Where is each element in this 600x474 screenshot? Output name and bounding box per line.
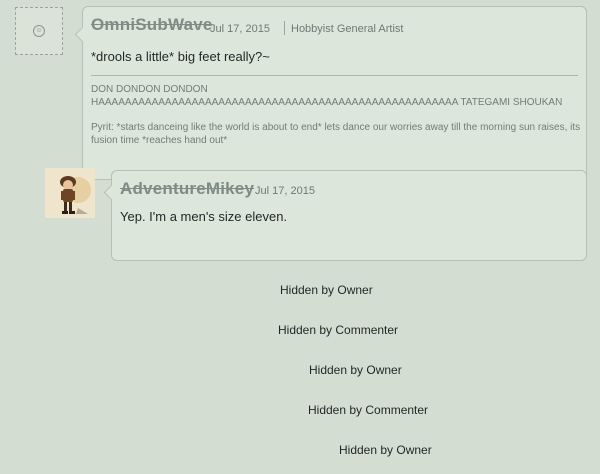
comment-body: Yep. I'm a men's size eleven. [120, 209, 288, 224]
signature-divider [91, 75, 578, 76]
hidden-comment-notice: Hidden by Commenter [308, 403, 429, 417]
card-pointer [103, 184, 120, 201]
signature-line: HAAAAAAAAAAAAAAAAAAAAAAAAAAAAAAAAAAAAAAA… [91, 97, 563, 108]
signature-line: Pyrit: *starts danceing like the world i… [91, 122, 581, 146]
comment-username[interactable]: AdventureMikey [120, 179, 254, 199]
comment-date[interactable]: Jul 17, 2015 [210, 23, 270, 35]
default-avatar[interactable]: ☺ [15, 7, 63, 55]
comment-card: AdventureMikey Jul 17, 2015 Yep. I'm a m… [103, 170, 587, 261]
card-pointer [74, 26, 91, 43]
user-type: Hobbyist General Artist [291, 23, 404, 35]
avatar-image [45, 168, 95, 218]
comment-body: *drools a little* big feet really?~ [91, 49, 270, 64]
hidden-comment-notice: Hidden by Commenter [278, 323, 399, 337]
smiley-icon: ☺ [33, 25, 45, 37]
signature-line: DON DONDON DONDON [91, 84, 208, 95]
separator [284, 21, 285, 35]
comment-username[interactable]: OmniSubWave [91, 15, 213, 35]
hidden-comment-notice: Hidden by Owner [280, 283, 373, 297]
comment-card: OmniSubWave Jul 17, 2015 Hobbyist Genera… [74, 6, 587, 180]
user-avatar[interactable] [45, 168, 95, 218]
hidden-comment-notice: Hidden by Owner [339, 443, 432, 457]
hidden-comment-notice: Hidden by Owner [309, 363, 402, 377]
comment-date[interactable]: Jul 17, 2015 [255, 185, 315, 197]
